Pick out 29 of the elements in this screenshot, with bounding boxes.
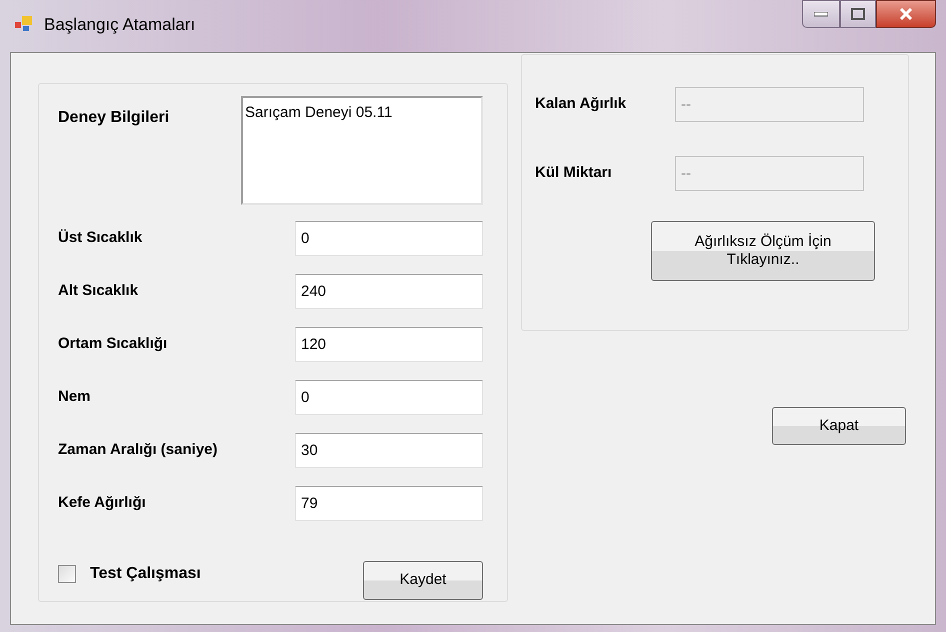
close-button[interactable] [876,0,936,28]
field-label: Üst Sıcaklık [58,228,144,248]
close-icon [899,8,913,20]
minimize-icon [814,12,828,16]
field-label: Kalan Ağırlık [535,94,628,114]
field-label: Alt Sıcaklık [58,281,140,302]
checkbox[interactable] [58,564,76,582]
input-field[interactable]: 0 [295,221,483,256]
window-title: Başlangıç Atamaları [44,14,196,36]
field-label: Zaman Aralığı (saniye) [58,440,218,460]
input-field[interactable]: 79 [295,486,483,521]
maximize-button[interactable] [840,0,876,28]
field-label: Nem [58,387,92,408]
input-field[interactable]: 30 [295,433,483,468]
checkbox-label: Test Çalışması [90,564,201,584]
field-label: Deney Bilgileri [58,108,170,128]
field-label: Ortam Sıcaklığı [58,334,168,354]
weightless-measure-button[interactable]: Ağırlıksız Ölçüm İçin Tıklayınız.. [651,221,875,281]
app-icon [14,14,34,32]
input-field[interactable]: 120 [295,327,483,362]
save-button[interactable]: Kaydet [363,561,483,600]
field-label: Kül Miktarı [535,163,613,184]
minimize-button[interactable] [802,0,840,28]
text-area[interactable]: Sarıçam Deneyi 05.11 [241,96,483,205]
input-field[interactable]: 240 [295,274,483,309]
maximize-icon [851,8,865,20]
input-field[interactable]: 0 [295,380,483,415]
field-label: Kefe Ağırlığı [58,493,147,514]
close-form-button[interactable]: Kapat [772,407,906,445]
